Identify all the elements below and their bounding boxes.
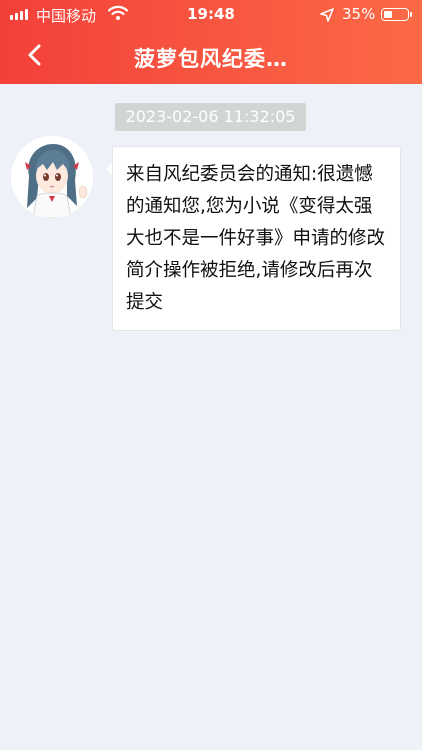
page-title: 菠萝包风纪委…	[134, 47, 288, 71]
location-icon	[320, 4, 334, 26]
header: 中国移动 19:48 35% 菠萝包风纪委…	[0, 0, 422, 84]
message-bubble[interactable]: 来自风纪委员会的通知:很遗憾的通知您,您为小说《变得太强大也不是一件好事》申请的…	[112, 146, 401, 331]
status-bar: 中国移动 19:48 35%	[0, 0, 422, 30]
nav-bar: 菠萝包风纪委…	[0, 30, 422, 84]
battery-icon	[381, 8, 412, 21]
avatar[interactable]	[11, 136, 93, 218]
message-timestamp: 2023-02-06 11:32:05	[115, 103, 306, 131]
battery-percent: 35%	[342, 5, 376, 23]
